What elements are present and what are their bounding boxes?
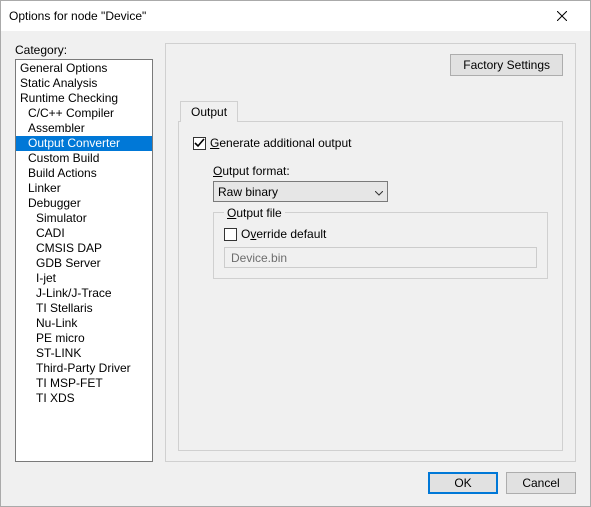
- output-file-legend: Output file: [224, 206, 285, 220]
- category-label: Category:: [15, 43, 153, 57]
- tab-content: Generate additional output Output format…: [178, 121, 563, 451]
- category-item[interactable]: Runtime Checking: [16, 91, 152, 106]
- override-default-checkbox[interactable]: [224, 228, 237, 241]
- dialog-footer: OK Cancel: [15, 462, 576, 494]
- output-format-label: Output format:: [213, 164, 548, 178]
- category-item[interactable]: C/C++ Compiler: [16, 106, 152, 121]
- category-item[interactable]: ST-LINK: [16, 346, 152, 361]
- category-item[interactable]: Simulator: [16, 211, 152, 226]
- category-item[interactable]: Third-Party Driver: [16, 361, 152, 376]
- category-item[interactable]: I-jet: [16, 271, 152, 286]
- category-item[interactable]: PE micro: [16, 331, 152, 346]
- options-panel: Factory Settings Output Generate additio…: [165, 43, 576, 462]
- close-icon: [557, 11, 567, 21]
- output-format-select[interactable]: Raw binary: [213, 181, 388, 202]
- close-button[interactable]: [542, 2, 582, 30]
- category-item[interactable]: Assembler: [16, 121, 152, 136]
- tab-output[interactable]: Output: [180, 101, 238, 122]
- generate-additional-output-checkbox[interactable]: [193, 137, 206, 150]
- override-default-label: Override default: [241, 227, 326, 241]
- category-item[interactable]: Output Converter: [16, 136, 152, 151]
- category-item[interactable]: CADI: [16, 226, 152, 241]
- category-item[interactable]: Nu-Link: [16, 316, 152, 331]
- category-item[interactable]: General Options: [16, 61, 152, 76]
- tab-strip: Output: [180, 100, 563, 121]
- dialog-body: Category: General OptionsStatic Analysis…: [1, 31, 590, 506]
- output-format-value: Raw binary: [218, 185, 278, 199]
- cancel-button[interactable]: Cancel: [506, 472, 576, 494]
- category-item[interactable]: GDB Server: [16, 256, 152, 271]
- category-item[interactable]: J-Link/J-Trace: [16, 286, 152, 301]
- category-item[interactable]: Debugger: [16, 196, 152, 211]
- check-icon: [194, 138, 205, 149]
- factory-settings-button[interactable]: Factory Settings: [450, 54, 563, 76]
- dialog-title: Options for node "Device": [9, 9, 542, 23]
- category-item[interactable]: CMSIS DAP: [16, 241, 152, 256]
- chevron-down-icon: [375, 185, 383, 199]
- category-item[interactable]: TI Stellaris: [16, 301, 152, 316]
- category-item[interactable]: Build Actions: [16, 166, 152, 181]
- category-item[interactable]: Static Analysis: [16, 76, 152, 91]
- titlebar: Options for node "Device": [1, 1, 590, 31]
- category-listbox[interactable]: General OptionsStatic AnalysisRuntime Ch…: [15, 59, 153, 462]
- output-file-group: Output file Override default: [213, 212, 548, 279]
- category-column: Category: General OptionsStatic Analysis…: [15, 43, 153, 462]
- options-dialog: Options for node "Device" Category: Gene…: [0, 0, 591, 507]
- generate-additional-output-label: Generate additional output: [210, 136, 351, 150]
- category-item[interactable]: TI MSP-FET: [16, 376, 152, 391]
- category-item[interactable]: TI XDS: [16, 391, 152, 406]
- ok-button[interactable]: OK: [428, 472, 498, 494]
- category-item[interactable]: Linker: [16, 181, 152, 196]
- category-item[interactable]: Custom Build: [16, 151, 152, 166]
- output-file-input[interactable]: [224, 247, 537, 268]
